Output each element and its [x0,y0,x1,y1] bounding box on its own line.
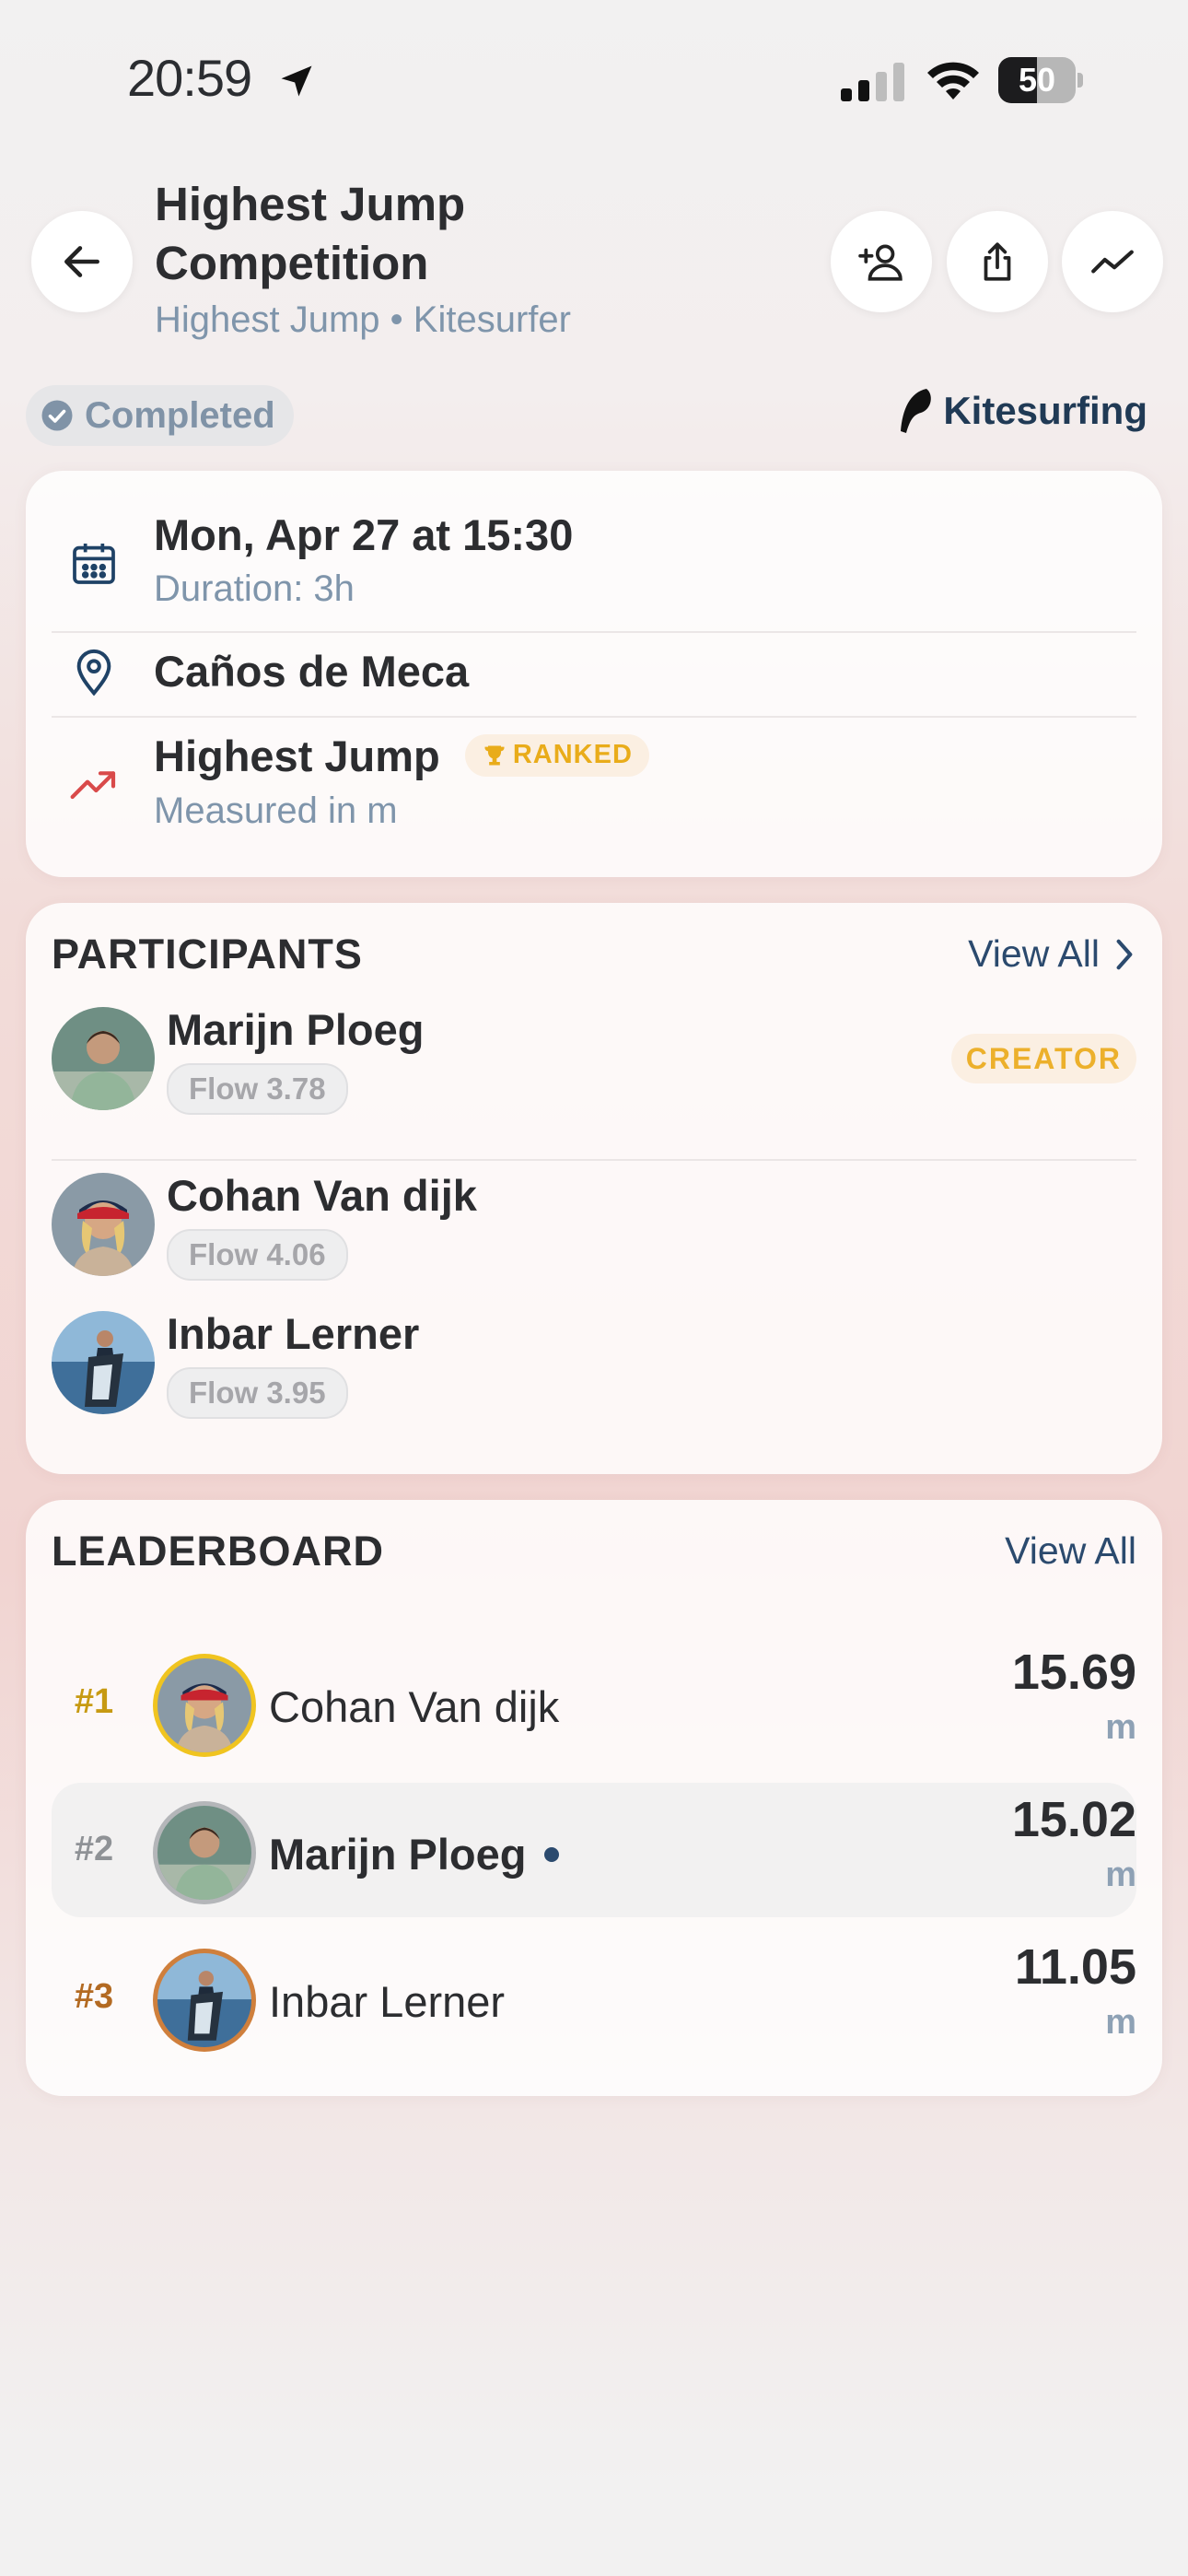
event-date: Mon, Apr 27 at 15:30 [154,510,574,559]
signal-icon [841,63,904,101]
trend-icon [1091,250,1134,274]
participant-row[interactable]: Inbar Lerner Flow 3.95 [26,1308,1162,1446]
share-icon [984,242,1011,281]
status-badge: Completed [26,385,294,446]
participant-name: Cohan Van dijk [167,1171,477,1220]
flow-badge: Flow 4.06 [167,1229,348,1281]
location-arrow-icon [281,65,312,97]
event-metric: Highest Jump RANKED [154,731,649,781]
leaderboard-row[interactable]: #1 Cohan Van dijk 15.69 m [26,1638,1162,1776]
participants-card: PARTICIPANTS View All Marijn Ploeg Flow … [26,903,1162,1474]
trend-up-icon [70,771,116,800]
metric-unit-note: Measured in m [154,790,398,831]
participants-view-all-link[interactable]: View All [968,932,1136,976]
battery-level: 50 [1018,61,1056,99]
metric-label: Highest Jump [154,732,440,780]
event-location: Caños de Meca [154,647,470,696]
participant-name: Inbar Lerner [167,1309,420,1358]
leaderboard-card: LEADERBOARD View All #1 Cohan Van dijk 1… [26,1500,1162,2096]
participant-row[interactable]: Marijn Ploeg Flow 3.78 CREATOR [26,986,1162,1124]
status-label: Completed [85,394,275,436]
leaderboard-name: Cohan Van dijk [269,1682,560,1731]
avatar [52,1311,155,1414]
chevron-right-icon [1116,939,1133,969]
sport-tag: Kitesurfing [895,387,1147,435]
location-pin-icon [76,649,111,697]
avatar [153,1654,256,1757]
status-time: 20:59 [127,49,252,107]
sport-label: Kitesurfing [943,389,1147,432]
wifi-icon [927,62,979,100]
participants-title: PARTICIPANTS [52,931,363,978]
current-user-dot [543,1846,559,1862]
page-subtitle: Highest Jump • Kitesurfer [155,299,571,340]
avatar [153,1801,256,1904]
ranked-label: RANKED [512,740,633,770]
participant-row[interactable]: Cohan Van dijk Flow 4.06 [26,1170,1162,1308]
score-unit: m [1105,2003,1136,2042]
calendar-icon [73,544,115,584]
kite-icon [901,389,932,433]
rank-label: #2 [74,1830,114,1868]
avatar [52,1007,155,1110]
leaderboard-score: 15.02 [1011,1792,1136,1847]
flow-badge: Flow 3.78 [167,1063,348,1115]
avatar [52,1173,155,1276]
leaderboard-name: Marijn Ploeg [269,1829,559,1879]
leaderboard-name-text: Marijn Ploeg [269,1830,527,1879]
share-button[interactable] [947,211,1048,312]
leaderboard-row[interactable]: #2 Marijn Ploeg 15.02 m [26,1786,1162,1924]
view-all-label: View All [968,932,1100,975]
trophy-icon [484,745,505,766]
check-circle-icon [41,400,73,431]
leaderboard-score: 11.05 [1014,1939,1136,1995]
creator-badge: CREATOR [950,1034,1136,1083]
stats-button[interactable] [1062,211,1163,312]
page-title: Highest Jump Competition [155,178,466,289]
leaderboard-score: 15.69 [1011,1645,1136,1700]
score-unit: m [1105,1856,1136,1894]
battery-icon: 50 [998,57,1083,103]
add-person-icon [858,244,903,281]
leaderboard-row[interactable]: #3 Inbar Lerner 11.05 m [26,1933,1162,2071]
leaderboard-name: Inbar Lerner [269,1977,506,2026]
event-info-card: Mon, Apr 27 at 15:30 Duration: 3h Caños … [26,471,1162,877]
event-duration: Duration: 3h [154,568,355,609]
back-arrow-icon [64,246,99,277]
score-unit: m [1105,1708,1136,1747]
flow-badge: Flow 3.95 [167,1367,348,1419]
leaderboard-title: LEADERBOARD [52,1528,385,1575]
rank-label: #1 [74,1682,114,1721]
participant-name: Marijn Ploeg [167,1005,425,1054]
leaderboard-view-all-link[interactable]: View All [1005,1529,1136,1573]
rank-label: #3 [74,1977,114,2016]
avatar [153,1949,256,2052]
view-all-label: View All [1005,1529,1136,1572]
ranked-badge: RANKED [464,733,649,777]
back-button[interactable] [31,211,133,312]
add-participant-button[interactable] [831,211,932,312]
